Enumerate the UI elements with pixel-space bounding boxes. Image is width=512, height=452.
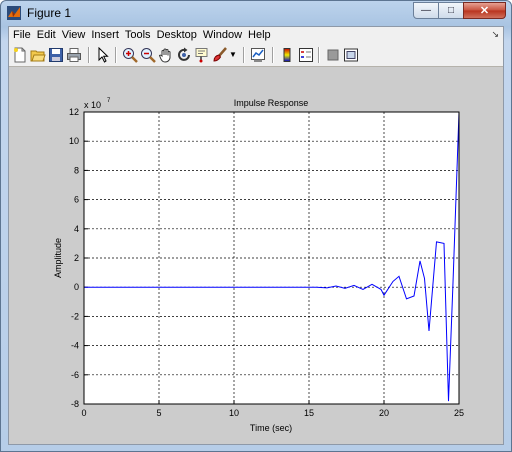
minimize-icon: — xyxy=(421,5,431,16)
new-figure-icon[interactable] xyxy=(12,47,28,63)
brush-icon[interactable] xyxy=(212,47,228,63)
close-button[interactable]: ✕ xyxy=(463,2,506,19)
brush-dropdown-icon[interactable]: ▼ xyxy=(229,50,237,66)
link-plot-icon[interactable] xyxy=(250,47,266,63)
toolbar-separator xyxy=(243,47,245,63)
x-tick-label: 20 xyxy=(379,408,389,418)
menu-help[interactable]: Help xyxy=(245,27,274,44)
x-axis-label: Time (sec) xyxy=(250,423,292,433)
menu-tools[interactable]: Tools xyxy=(122,27,154,44)
figure-client-area: File Edit View Insert Tools Desktop Wind… xyxy=(8,26,504,445)
x-tick-label: 5 xyxy=(156,408,161,418)
y-tick-label: 2 xyxy=(74,253,79,263)
maximize-button[interactable]: □ xyxy=(438,2,464,19)
y-tick-label: -6 xyxy=(71,370,79,380)
y-tick-label: 12 xyxy=(69,107,79,117)
y-tick-label: 4 xyxy=(74,224,79,234)
toolbar-separator xyxy=(272,47,274,63)
y-tick-label: -8 xyxy=(71,399,79,409)
print-icon[interactable] xyxy=(66,47,82,63)
y-exponent-power: 7 xyxy=(107,98,111,104)
y-exponent-label: x 10 xyxy=(84,100,101,110)
y-tick-label: 8 xyxy=(74,165,79,175)
pan-hand-icon[interactable] xyxy=(158,47,174,63)
insert-colorbar-icon[interactable] xyxy=(279,47,295,63)
figure-toolbar: ▼ xyxy=(9,44,503,67)
show-plot-tools-icon[interactable] xyxy=(343,47,359,63)
close-icon: ✕ xyxy=(479,5,490,17)
save-icon[interactable] xyxy=(48,47,64,63)
menu-view[interactable]: View xyxy=(59,27,89,44)
x-tick-label: 15 xyxy=(304,408,314,418)
window-controls: — □ ✕ xyxy=(413,2,506,19)
toolbar-separator xyxy=(115,47,117,63)
window-title: Figure 1 xyxy=(27,6,72,20)
y-tick-label: 0 xyxy=(74,282,79,292)
hide-plot-tools-icon[interactable] xyxy=(325,47,341,63)
y-tick-label: -4 xyxy=(71,341,79,351)
chart-title: Impulse Response xyxy=(234,98,309,108)
dock-arrow-icon[interactable]: ↘ xyxy=(491,29,499,40)
menu-bar: File Edit View Insert Tools Desktop Wind… xyxy=(9,27,503,44)
open-file-icon[interactable] xyxy=(30,47,46,63)
y-axis-label: Amplitude xyxy=(53,238,63,278)
menu-file[interactable]: File xyxy=(9,27,34,44)
y-tick-label: -2 xyxy=(71,311,79,321)
zoom-in-icon[interactable] xyxy=(122,47,138,63)
toolbar-separator xyxy=(318,47,320,63)
menu-window[interactable]: Window xyxy=(200,27,245,44)
edit-plot-arrow-icon[interactable] xyxy=(95,47,111,63)
x-tick-label: 10 xyxy=(229,408,239,418)
data-cursor-icon[interactable] xyxy=(194,47,210,63)
menu-insert[interactable]: Insert xyxy=(88,27,122,44)
menu-desktop[interactable]: Desktop xyxy=(154,27,200,44)
x-tick-label: 25 xyxy=(454,408,464,418)
title-bar[interactable]: Figure 1 — □ ✕ xyxy=(1,1,511,25)
x-tick-label: 0 xyxy=(81,408,86,418)
matlab-icon xyxy=(7,6,21,20)
figure-window: Figure 1 — □ ✕ File Edit View Insert Too… xyxy=(0,0,512,452)
maximize-icon: □ xyxy=(447,5,455,16)
menu-edit[interactable]: Edit xyxy=(34,27,59,44)
toolbar-separator xyxy=(88,47,90,63)
y-tick-label: 10 xyxy=(69,136,79,146)
zoom-out-icon[interactable] xyxy=(140,47,156,63)
rotate-3d-icon[interactable] xyxy=(176,47,192,63)
y-tick-label: 6 xyxy=(74,195,79,205)
minimize-button[interactable]: — xyxy=(413,2,439,19)
insert-legend-icon[interactable] xyxy=(298,47,314,63)
impulse-response-plot[interactable]: 0 5 10 15 20 25 -8 -6 -4 -2 0 2 4 6 8 10 12 Impulse Resp… xyxy=(9,67,503,444)
figure-canvas: 0 5 10 15 20 25 -8 -6 -4 -2 0 2 4 6 8 10 12 Impulse Resp… xyxy=(9,67,503,444)
